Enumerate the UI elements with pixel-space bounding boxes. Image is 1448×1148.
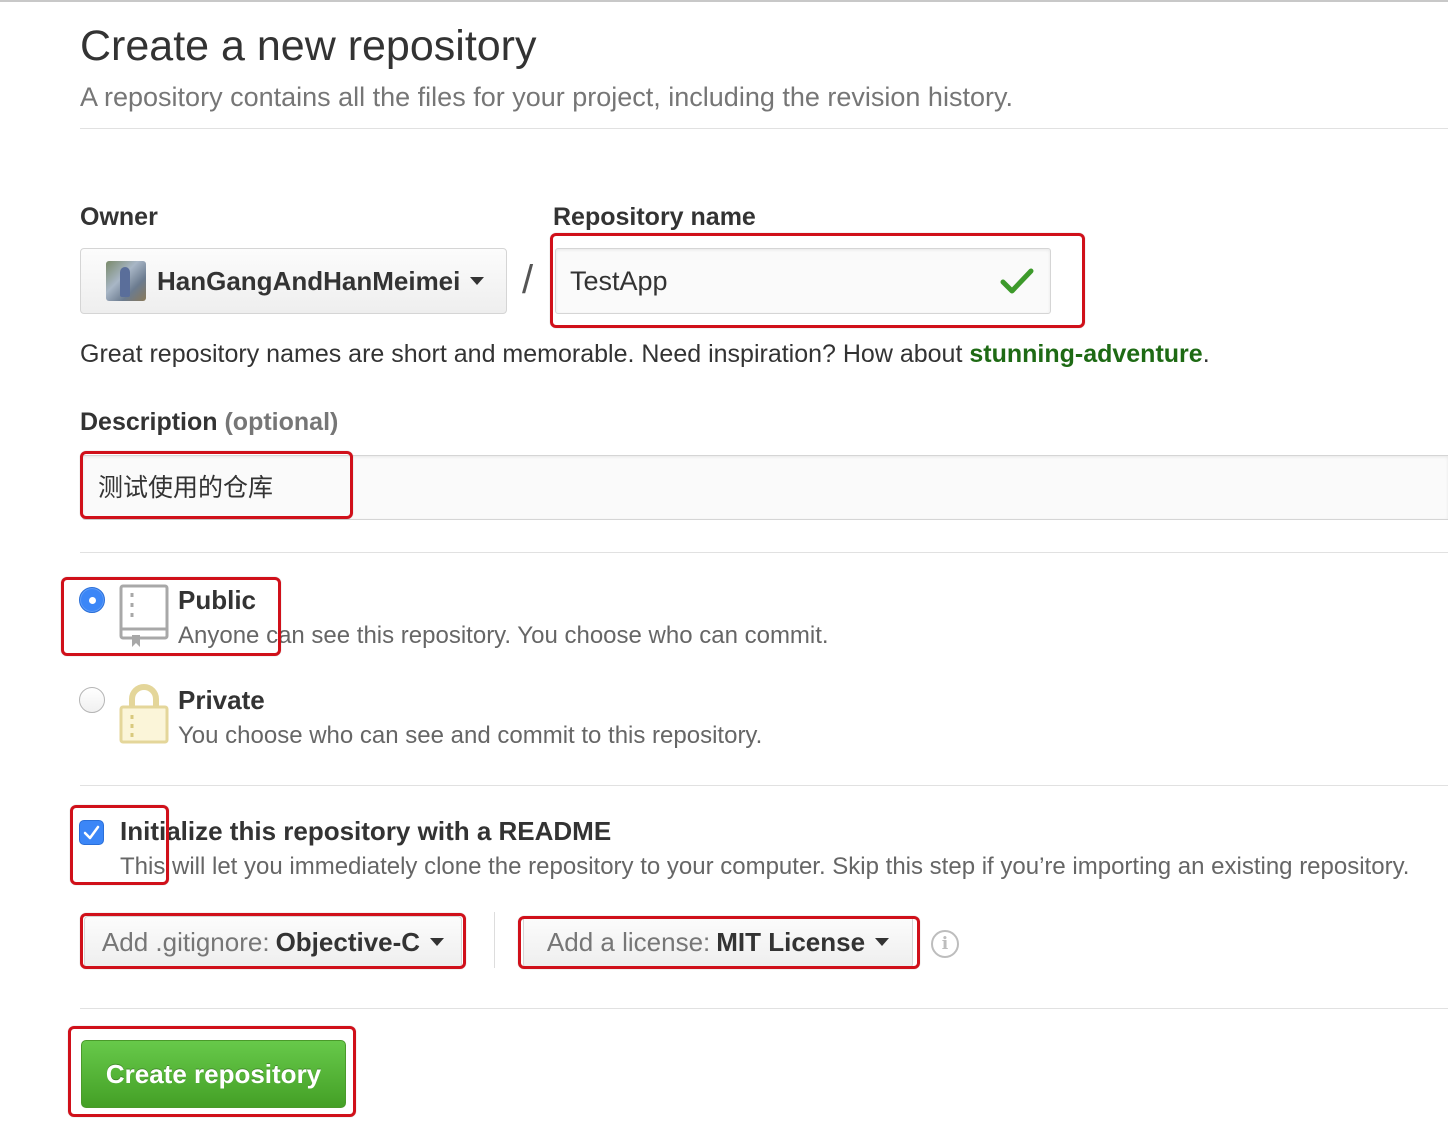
init-readme-desc: This will let you immediately clone the …	[120, 853, 1410, 880]
init-readme-checkbox[interactable]	[79, 820, 104, 845]
repo-book-icon	[119, 584, 169, 647]
divider	[80, 785, 1448, 786]
owner-label: Owner	[80, 203, 158, 231]
page-title: Create a new repository	[80, 22, 537, 70]
private-title: Private	[178, 685, 265, 715]
name-suggestion-link[interactable]: stunning-adventure	[969, 340, 1202, 368]
name-hint: Great repository names are short and mem…	[80, 340, 1210, 369]
description-label-text: Description	[80, 408, 218, 436]
owner-name: HanGangAndHanMeimei	[157, 265, 461, 296]
page-subtitle: A repository contains all the files for …	[80, 82, 1013, 112]
hint-suffix: .	[1202, 340, 1210, 368]
private-radio[interactable]	[79, 687, 105, 713]
license-label: Add a license:	[546, 926, 711, 957]
divider	[80, 552, 1448, 553]
create-repository-button[interactable]: Create repository	[81, 1040, 346, 1108]
public-desc: Anyone can see this repository. You choo…	[178, 622, 829, 649]
top-border	[0, 0, 1448, 2]
lock-icon	[119, 684, 169, 744]
divider	[80, 128, 1448, 129]
init-readme-title: Initialize this repository with a README	[120, 816, 612, 846]
repo-name-input[interactable]: TestApp	[555, 248, 1051, 314]
gitignore-label: Add .gitignore:	[101, 926, 270, 957]
owner-select[interactable]: HanGangAndHanMeimei	[80, 248, 507, 314]
chevron-down-icon	[430, 938, 445, 946]
public-radio[interactable]	[79, 587, 105, 613]
divider	[80, 1008, 1448, 1009]
gitignore-select[interactable]: Add .gitignore: Objective-C	[84, 916, 462, 968]
owner-repo-separator: /	[522, 258, 534, 302]
public-title: Public	[178, 585, 257, 615]
license-value: MIT License	[716, 926, 866, 957]
description-label: Description (optional)	[80, 408, 338, 437]
check-icon	[1000, 268, 1034, 294]
optional-tag: (optional)	[224, 408, 339, 436]
avatar	[106, 261, 146, 301]
description-input[interactable]: 测试使用的仓库	[82, 455, 1448, 520]
gitignore-value: Objective-C	[275, 926, 421, 957]
info-icon[interactable]: i	[931, 930, 959, 958]
divider	[494, 912, 495, 968]
check-icon	[83, 825, 100, 840]
private-desc: You choose who can see and commit to thi…	[178, 722, 763, 749]
chevron-down-icon	[470, 277, 485, 285]
license-select[interactable]: Add a license: MIT License	[523, 916, 913, 968]
chevron-down-icon	[875, 938, 890, 946]
repo-name-label: Repository name	[553, 203, 756, 231]
hint-text: Great repository names are short and mem…	[80, 340, 970, 368]
